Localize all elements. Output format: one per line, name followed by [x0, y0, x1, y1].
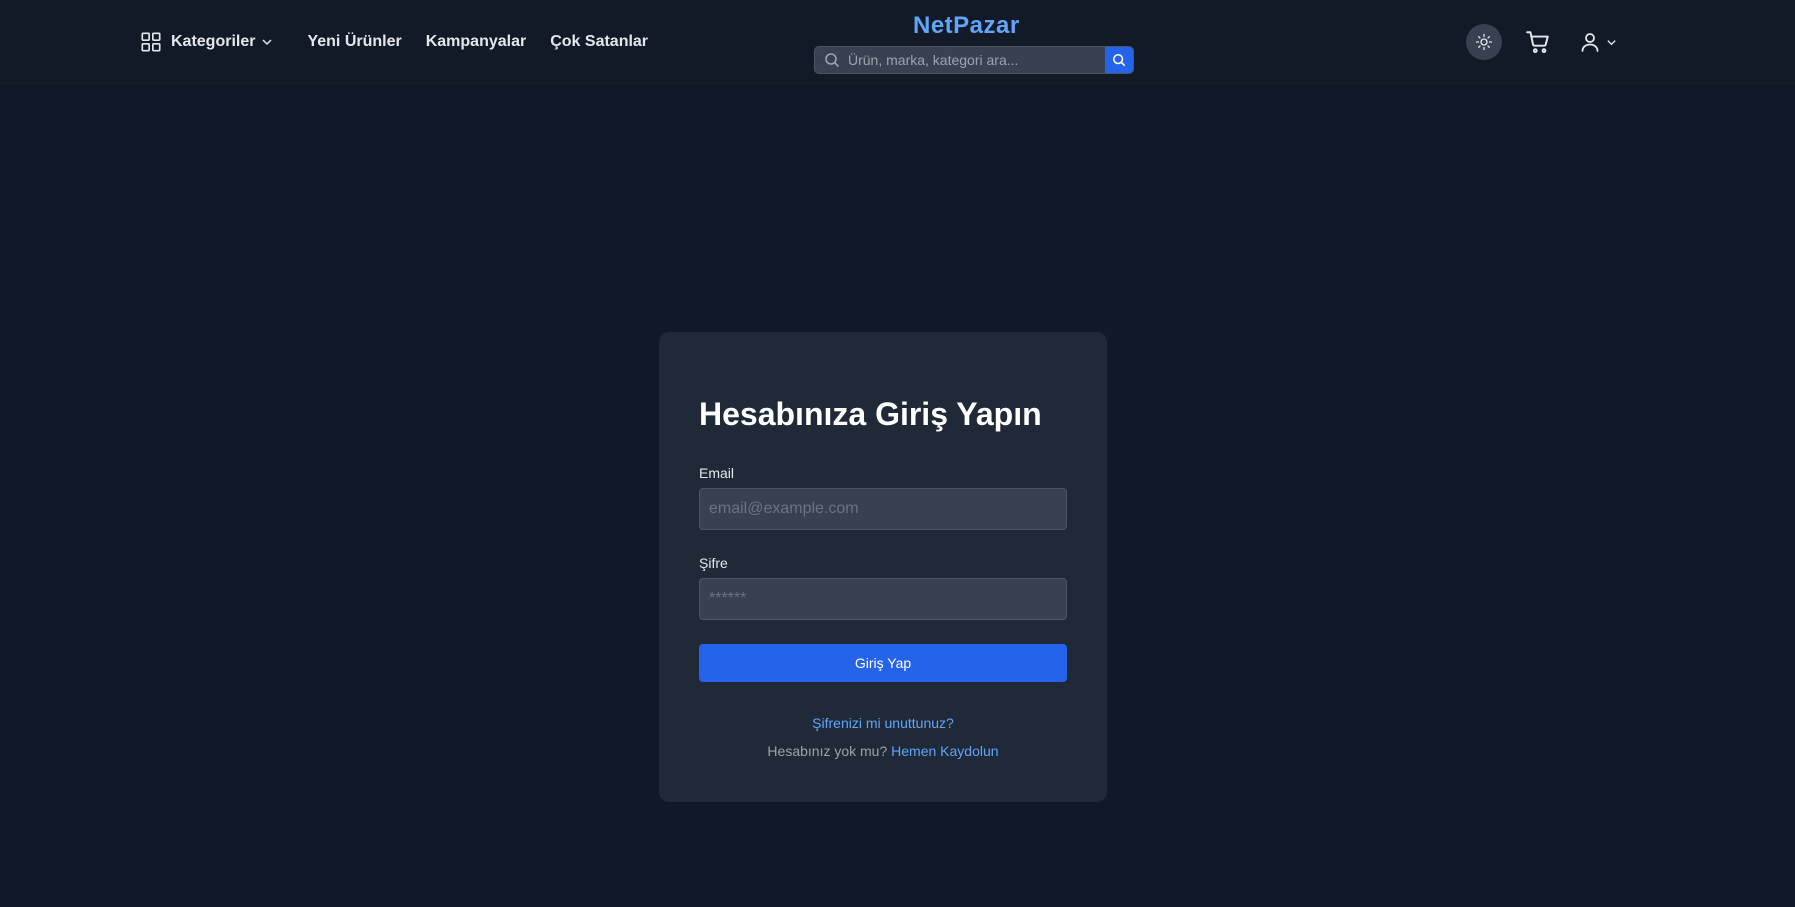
login-button[interactable]: Giriş Yap — [699, 644, 1067, 682]
navbar: Kategoriler Yeni Ürünler Kampanyalar Çok… — [0, 0, 1795, 84]
nav-right — [1466, 24, 1617, 60]
nav-link-best-sellers[interactable]: Çok Satanlar — [550, 33, 648, 51]
cart-button[interactable] — [1524, 28, 1552, 56]
password-label: Şifre — [699, 555, 728, 571]
search-button[interactable] — [1105, 47, 1133, 73]
login-card: Hesabınıza Giriş Yapın Email Şifre Giriş… — [659, 332, 1107, 802]
login-title: Hesabınıza Giriş Yapın — [699, 396, 1042, 432]
search-input[interactable] — [848, 47, 1105, 73]
chevron-down-icon — [1607, 39, 1616, 45]
chevron-down-icon — [262, 39, 272, 46]
email-label: Email — [699, 465, 735, 481]
nav-link-campaigns[interactable]: Kampanyalar — [426, 33, 527, 51]
forgot-password-link[interactable]: Şifrenizi mi unuttunuz? — [659, 715, 1107, 731]
nav-link-new-products[interactable]: Yeni Ürünler — [307, 33, 401, 51]
theme-toggle-button[interactable] — [1466, 24, 1502, 60]
register-link[interactable]: Hemen Kaydolun — [891, 743, 998, 759]
sun-icon — [1475, 33, 1493, 51]
grid-icon — [141, 32, 161, 52]
nav-left: Kategoriler Yeni Ürünler Kampanyalar Çok… — [140, 28, 648, 56]
brand-logo[interactable]: NetPazar — [913, 12, 1020, 40]
user-icon — [1581, 33, 1599, 52]
user-menu-button[interactable] — [1578, 30, 1617, 54]
categories-dropdown[interactable]: Kategoriler — [140, 31, 273, 53]
search-icon — [1112, 53, 1126, 67]
search-bar — [814, 46, 1134, 74]
cart-icon — [1526, 31, 1549, 54]
search-icon — [825, 53, 840, 68]
register-prompt-text: Hesabınız yok mu? — [767, 743, 888, 759]
register-prompt: Hesabınız yok mu? Hemen Kaydolun — [659, 743, 1107, 759]
categories-label: Kategoriler — [171, 33, 256, 50]
email-field[interactable] — [699, 488, 1067, 530]
password-field[interactable] — [699, 578, 1067, 620]
